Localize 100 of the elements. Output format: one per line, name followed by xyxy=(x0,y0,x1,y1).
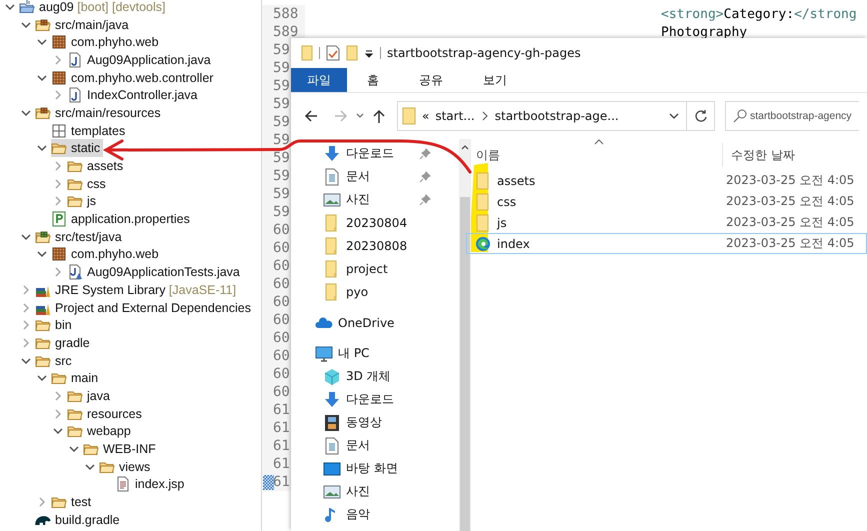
picture-icon xyxy=(323,190,341,208)
tree-item[interactable]: JRE System Library [JavaSE-11] xyxy=(35,280,240,299)
file-name: css xyxy=(497,194,516,208)
tree-item[interactable]: templates xyxy=(51,122,128,140)
download-arrow-icon xyxy=(323,390,341,408)
modified-date: 2023-03-25 오전 4:05 xyxy=(725,193,854,210)
nav-item[interactable]: 사진 xyxy=(291,188,459,211)
up-arrow-icon[interactable] xyxy=(371,108,387,124)
nav-item[interactable]: 문서 xyxy=(291,434,459,457)
package-icon xyxy=(51,246,67,262)
tree-item[interactable]: src/main/resources xyxy=(35,104,164,122)
picture-icon xyxy=(323,482,341,500)
nav-item[interactable]: project xyxy=(291,257,459,280)
chevron-right-icon xyxy=(480,111,489,121)
refresh-button[interactable] xyxy=(687,101,715,131)
line-number: 60 xyxy=(273,222,290,238)
file-row[interactable]: assets 2023-03-25 오전 4:05 xyxy=(466,170,867,191)
ribbon-tab[interactable]: 홈 xyxy=(347,68,399,92)
tree-item[interactable]: build.gradle xyxy=(35,510,123,529)
nav-item[interactable]: 다운로드 xyxy=(291,142,459,165)
cube-icon xyxy=(323,368,341,386)
line-number: 60 xyxy=(273,240,290,256)
nav-item[interactable]: 문서 xyxy=(291,165,459,188)
tree-item[interactable]: webapp xyxy=(67,422,134,440)
address-bar[interactable]: « start... startbootstrap-age... xyxy=(397,101,687,131)
line-number: 61 xyxy=(273,438,290,454)
chevron-down-icon[interactable] xyxy=(668,111,680,121)
nav-item[interactable]: 내 PC xyxy=(291,342,459,365)
tree-item[interactable]: aug09 [boot] [devtools] xyxy=(19,0,168,16)
nav-item[interactable]: pyo xyxy=(291,280,459,303)
document-icon xyxy=(323,436,341,454)
tree-item[interactable]: Project and External Dependencies xyxy=(35,298,254,317)
tree-item[interactable]: assets xyxy=(67,157,126,176)
sort-caret-icon xyxy=(594,139,604,145)
tree-item[interactable]: views xyxy=(99,458,154,476)
modified-date: 2023-03-25 오전 4:05 xyxy=(725,235,854,252)
nav-item[interactable]: 다운로드 xyxy=(291,388,459,411)
source-folder-icon xyxy=(35,104,51,121)
ribbon-tab[interactable]: 파일 xyxy=(291,68,347,92)
file-row[interactable]: css 2023-03-25 오전 4:05 xyxy=(466,191,867,212)
elephant-icon xyxy=(35,514,51,525)
tree-item[interactable]: com.phyho.web xyxy=(51,245,162,264)
modified-date: 2023-03-25 오전 4:05 xyxy=(725,172,854,189)
folder-icon xyxy=(475,214,491,232)
nav-item[interactable]: 음악 xyxy=(291,503,459,526)
breadcrumb[interactable]: start... xyxy=(435,109,475,123)
tree-item[interactable]: WEB-INF xyxy=(83,440,159,458)
tree-item[interactable]: bin xyxy=(35,316,75,334)
tree-item[interactable]: java xyxy=(67,386,113,405)
tree-item[interactable]: src/test/java xyxy=(35,228,125,246)
column-header[interactable]: 이름 xyxy=(471,143,723,167)
tree-item[interactable]: gradle xyxy=(35,334,93,352)
ribbon-tab[interactable]: 공유 xyxy=(399,68,463,92)
properties-check-icon[interactable] xyxy=(326,45,340,61)
line-number: 60 xyxy=(273,366,290,382)
line-number: 589 xyxy=(273,24,298,40)
tree-item[interactable]: test xyxy=(51,493,94,512)
tree-item[interactable]: resources xyxy=(67,404,145,423)
nav-item[interactable]: 20230808 xyxy=(291,234,459,257)
nav-item[interactable]: 3D 개체 xyxy=(291,365,459,388)
tree-item[interactable]: com.phyho.web xyxy=(51,33,162,52)
dropdown-caret-icon[interactable] xyxy=(364,48,374,58)
tree-item[interactable]: IndexController.java xyxy=(67,86,200,104)
nav-item[interactable]: 20230804 xyxy=(291,211,459,234)
ribbon-tab[interactable]: 보기 xyxy=(463,68,527,92)
code-line: Photography xyxy=(660,24,748,40)
properties-file-icon xyxy=(51,211,67,228)
document-icon xyxy=(323,168,341,186)
tree-item[interactable]: static xyxy=(51,139,104,158)
nav-item[interactable]: 사진 xyxy=(291,480,459,503)
tree-item[interactable]: Aug09ApplicationTests.java xyxy=(67,263,243,282)
tree-item[interactable]: com.phyho.web.controller xyxy=(51,68,216,87)
tree-item[interactable]: Aug09Application.java xyxy=(67,50,214,69)
file-row[interactable]: index 2023-03-25 오전 4:05 xyxy=(466,233,867,254)
tree-item[interactable]: css xyxy=(67,174,109,193)
search-field[interactable]: startbootstrap-agency xyxy=(725,101,859,131)
tree-item[interactable]: src xyxy=(35,352,75,370)
folder-icon xyxy=(402,107,416,125)
file-row[interactable]: js 2023-03-25 오전 4:05 xyxy=(466,212,867,233)
overflow-chevrons[interactable]: « xyxy=(422,109,430,123)
tree-item[interactable]: application.properties xyxy=(51,210,193,228)
test-folder-icon xyxy=(35,228,51,245)
line-number: 61 xyxy=(273,420,290,436)
line-number: 60 xyxy=(273,258,290,274)
scroll-up-icon[interactable] xyxy=(460,143,470,151)
back-arrow-icon[interactable] xyxy=(303,108,319,124)
nav-item[interactable]: 동영상 xyxy=(291,411,459,434)
line-number: 60 xyxy=(273,276,290,292)
download-arrow-icon xyxy=(323,144,341,162)
nav-item[interactable]: OneDrive xyxy=(291,311,459,334)
tree-item[interactable]: src/main/java xyxy=(35,16,132,34)
line-number: 59 xyxy=(273,150,290,166)
tree-item[interactable]: index.jsp xyxy=(115,475,188,494)
tree-item[interactable]: js xyxy=(67,192,100,210)
scrollbar[interactable] xyxy=(459,139,471,531)
column-header[interactable]: 수정한 날짜 xyxy=(723,143,795,167)
tree-item[interactable]: main xyxy=(51,369,102,388)
breadcrumb[interactable]: startbootstrap-age... xyxy=(494,109,619,123)
nav-item[interactable]: 바탕 화면 xyxy=(291,457,459,480)
line-number: 60 xyxy=(273,312,290,328)
